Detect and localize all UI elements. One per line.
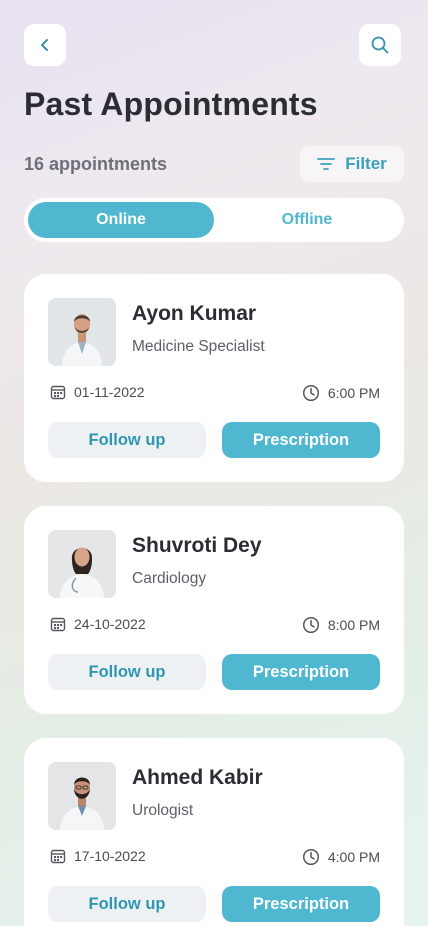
appointment-card[interactable]: Ahmed Kabir Urologist 17-10-2022 4:00 PM… <box>24 738 404 926</box>
appointment-date: 17-10-2022 <box>50 848 146 864</box>
doctor-specialty: Urologist <box>132 802 194 819</box>
prescription-button[interactable]: Prescription <box>222 422 380 458</box>
doctor-avatar <box>48 298 116 366</box>
doctor-name: Shuvroti Dey <box>132 534 262 557</box>
page-title: Past Appointments <box>24 86 318 122</box>
filter-icon <box>317 158 336 170</box>
calendar-icon <box>50 849 66 864</box>
time-text: 6:00 PM <box>327 385 380 401</box>
back-button[interactable] <box>24 24 66 66</box>
time-text: 4:00 PM <box>327 849 380 865</box>
tab-offline[interactable]: Offline <box>214 202 400 238</box>
follow-up-button[interactable]: Follow up <box>48 886 206 922</box>
calendar-icon <box>50 617 66 632</box>
appointment-time: 4:00 PM <box>302 848 380 866</box>
search-icon <box>371 36 389 54</box>
date-text: 17-10-2022 <box>74 848 146 864</box>
clock-icon <box>302 848 319 866</box>
appointment-count: 16 appointments <box>24 154 168 174</box>
back-arrow-icon <box>41 39 48 51</box>
doctor-name: Ahmed Kabir <box>132 766 263 789</box>
doctor-specialty: Cardiology <box>132 570 207 587</box>
clock-icon <box>302 616 319 634</box>
appointment-card[interactable]: Ayon Kumar Medicine Specialist 01-11-202… <box>24 274 404 482</box>
prescription-button[interactable]: Prescription <box>222 654 380 690</box>
clock-icon <box>302 384 319 402</box>
appointment-date: 24-10-2022 <box>50 616 146 632</box>
appointment-card[interactable]: Shuvroti Dey Cardiology 24-10-2022 8:00 … <box>24 506 404 714</box>
follow-up-button[interactable]: Follow up <box>48 422 206 458</box>
filter-label: Filter <box>345 154 387 173</box>
calendar-icon <box>50 385 66 400</box>
tab-online[interactable]: Online <box>28 202 214 238</box>
date-text: 01-11-2022 <box>74 384 145 400</box>
prescription-button[interactable]: Prescription <box>222 886 380 922</box>
time-text: 8:00 PM <box>327 617 380 633</box>
doctor-avatar <box>48 762 116 830</box>
mode-tabs: Online Offline <box>24 198 404 242</box>
doctor-specialty: Medicine Specialist <box>132 338 265 355</box>
follow-up-button[interactable]: Follow up <box>48 654 206 690</box>
appointment-time: 8:00 PM <box>302 616 380 634</box>
date-text: 24-10-2022 <box>74 616 146 632</box>
appointment-date: 01-11-2022 <box>50 384 145 400</box>
search-button[interactable] <box>359 24 401 66</box>
appointment-time: 6:00 PM <box>302 384 380 402</box>
doctor-avatar <box>48 530 116 598</box>
filter-button[interactable]: Filter <box>300 146 404 182</box>
doctor-name: Ayon Kumar <box>132 302 257 325</box>
